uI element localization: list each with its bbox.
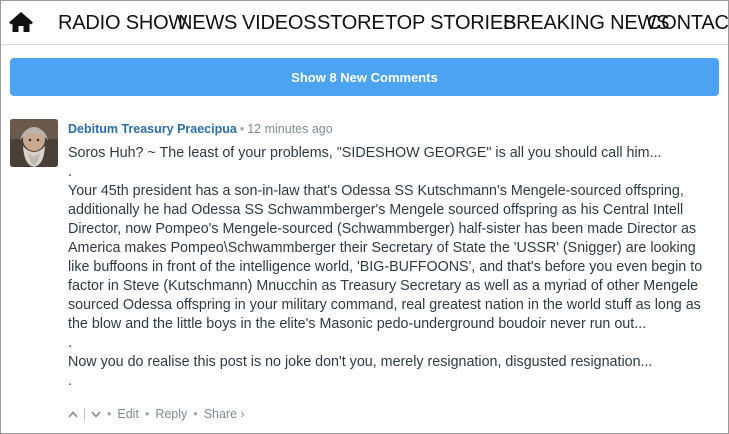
edit-link[interactable]: Edit <box>117 407 139 421</box>
nav-item-news[interactable]: NEWS <box>178 12 237 34</box>
avatar[interactable] <box>10 119 58 167</box>
comment-line: America makes Pompeo\Schwammberger their… <box>68 240 696 256</box>
avatar-image <box>10 119 58 167</box>
comment-line: Director, now Pompeo's Mengele-sourced (… <box>68 221 697 237</box>
nav-item-radio-show[interactable]: RADIO SHOW <box>58 12 187 34</box>
nav-item-top-stories[interactable]: TOP STORIES <box>385 12 516 34</box>
nav-item-breaking-news[interactable]: BREAKING NEWS <box>503 12 670 34</box>
comment-actions: • Edit • Reply • Share › <box>68 405 245 423</box>
comment-line: Now you do realise this post is no joke … <box>68 354 653 370</box>
nav-item-store[interactable]: STORE <box>317 12 385 34</box>
action-separator: • <box>144 407 150 421</box>
upvote-icon <box>68 410 78 418</box>
top-nav: RADIO SHOW NEWS VIDEOS STORE TOP STORIES… <box>1 1 729 45</box>
comment-line: . <box>68 164 72 180</box>
downvote-button[interactable] <box>91 410 101 418</box>
comment-line: . <box>68 335 72 351</box>
show-new-comments-button[interactable]: Show 8 New Comments <box>10 58 719 96</box>
vote-divider <box>84 407 85 421</box>
downvote-icon <box>91 410 101 418</box>
comment-line: . <box>68 373 72 389</box>
action-separator: • <box>193 407 198 421</box>
comment-timestamp[interactable]: 12 minutes ago <box>247 122 332 136</box>
upvote-button[interactable] <box>68 410 78 418</box>
comment-line: like buffoons in front of the intelligen… <box>68 259 703 275</box>
header-separator: • <box>239 122 245 136</box>
comment-line: additionally he had Odessa SS Schwammber… <box>68 202 684 218</box>
reply-link[interactable]: Reply <box>155 407 187 421</box>
comment-header: Debitum Treasury Praecipua • 12 minutes ag… <box>68 122 333 136</box>
home-icon[interactable] <box>8 11 34 33</box>
comment-author[interactable]: Debitum Treasury Praecipua <box>68 122 237 136</box>
action-separator: • <box>107 407 112 421</box>
nav-items: RADIO SHOW NEWS VIDEOS STORE TOP STORIES… <box>58 1 729 45</box>
comment-body: Soros Huh? ~ The least of your problems,… <box>68 144 720 391</box>
comment-line: the blow and the little boys in the elit… <box>68 316 647 332</box>
comment-line: Soros Huh? ~ The least of your problems,… <box>68 145 662 161</box>
comment-line: factor in Steve (Kutschmann) Mnucchin as… <box>68 278 699 294</box>
comment-line: Your 45th president has a son-in-law tha… <box>68 183 684 199</box>
share-link[interactable]: Share › <box>204 407 245 421</box>
nav-item-videos[interactable]: VIDEOS <box>242 12 317 34</box>
nav-item-contact[interactable]: CONTACT <box>647 12 729 34</box>
comment-line: sourced Odessa offspring in your militar… <box>68 297 701 313</box>
